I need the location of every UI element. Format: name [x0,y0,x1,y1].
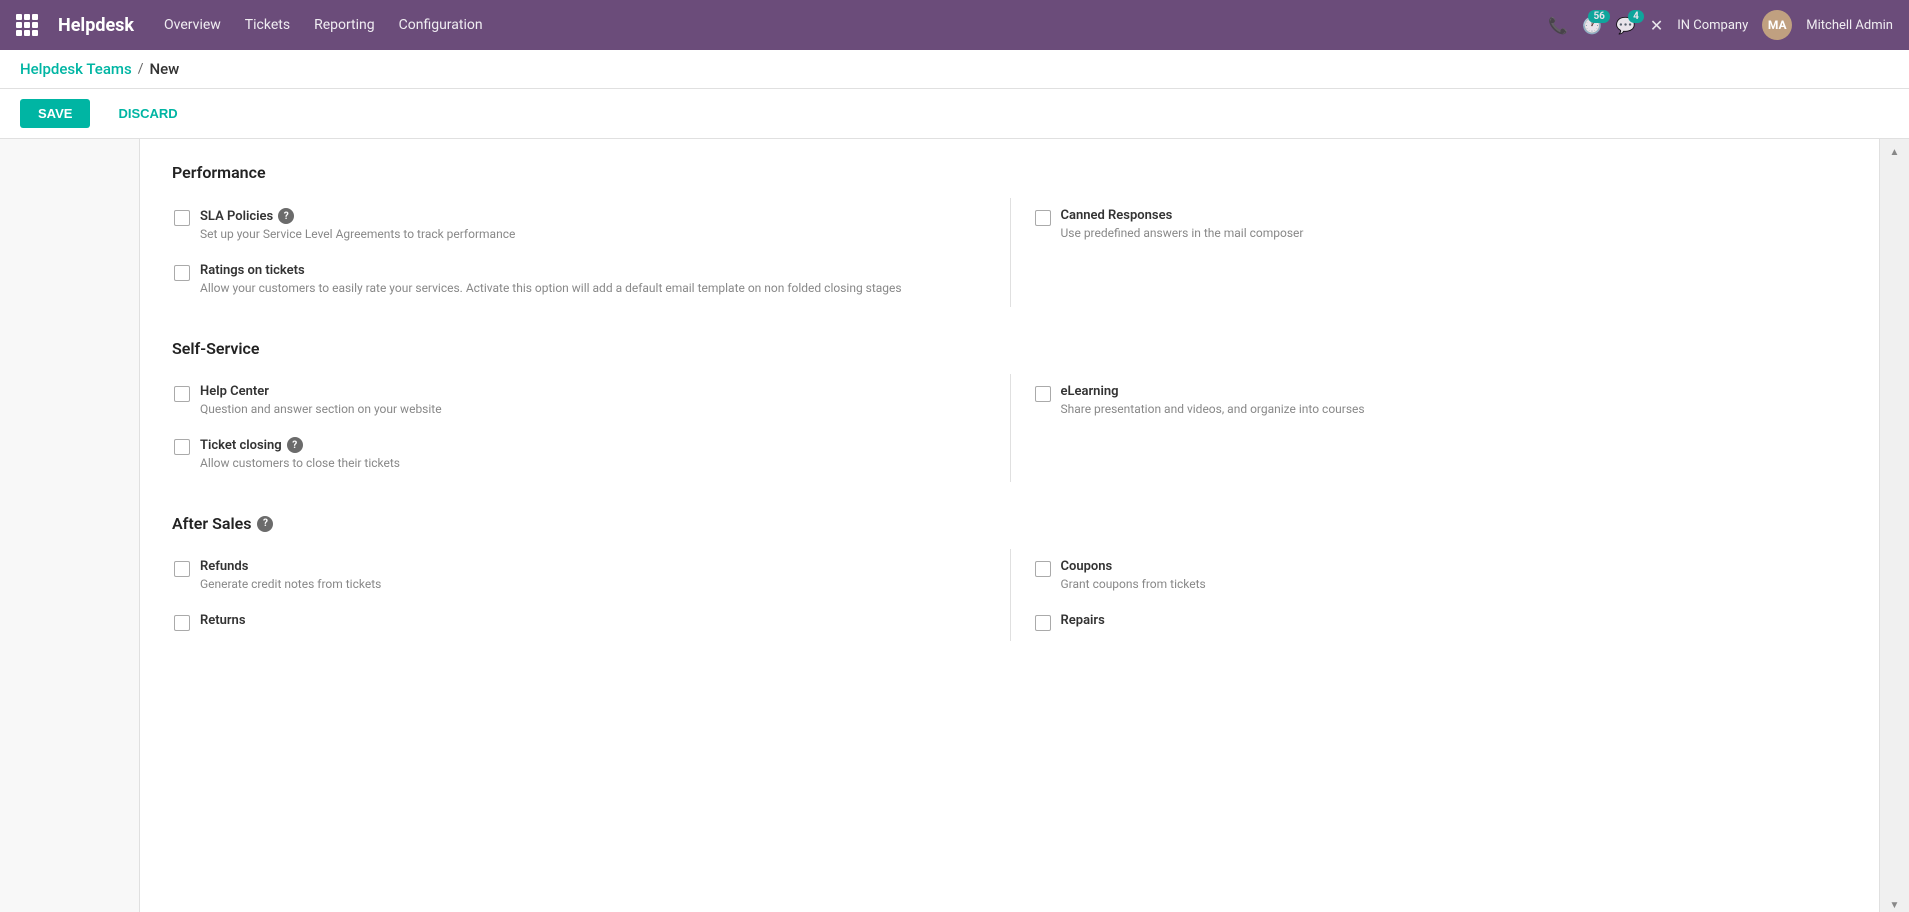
breadcrumb-parent[interactable]: Helpdesk Teams [20,60,132,78]
coupons-label: Coupons [1061,559,1832,574]
ticket-closing-checkbox[interactable] [174,439,190,455]
elearning-desc: Share presentation and videos, and organ… [1061,401,1832,418]
discard-button[interactable]: DISCARD [100,99,195,128]
coupons-desc: Grant coupons from tickets [1061,576,1832,593]
refunds-label: Refunds [200,559,994,574]
performance-title: Performance [172,163,1847,182]
returns-text: Returns [200,613,994,628]
repairs-label: Repairs [1061,613,1832,628]
sla-policies-checkbox[interactable] [174,210,190,226]
close-icon[interactable]: ✕ [1650,16,1663,35]
top-navigation: Helpdesk Overview Tickets Reporting Conf… [0,0,1909,50]
performance-section: Performance SLA Policies ? Set up your S… [172,163,1847,307]
self-service-title: Self-Service [172,339,1847,358]
help-center-option: Help Center Question and answer section … [172,374,1010,428]
elearning-checkbox[interactable] [1035,386,1051,402]
after-sales-title: After Sales ? [172,514,1847,533]
ratings-text: Ratings on tickets Allow your customers … [200,263,994,297]
chat-badge: 4 [1628,10,1644,23]
save-button[interactable]: SAVE [20,99,90,128]
breadcrumb-current: New [149,60,179,78]
elearning-label: eLearning [1061,384,1832,399]
refunds-checkbox[interactable] [174,561,190,577]
ticket-closing-label: Ticket closing ? [200,437,994,453]
coupons-text: Coupons Grant coupons from tickets [1061,559,1832,593]
app-name: Helpdesk [58,15,134,36]
help-center-label: Help Center [200,384,994,399]
scroll-up-icon[interactable]: ▲ [1889,147,1901,159]
sla-policies-label: SLA Policies ? [200,208,994,224]
nav-configuration[interactable]: Configuration [399,17,483,33]
help-center-text: Help Center Question and answer section … [200,384,994,418]
repairs-option: Repairs [1010,603,1848,641]
action-bar: SAVE DISCARD [0,89,1909,139]
self-service-options-grid: Help Center Question and answer section … [172,374,1847,483]
ratings-checkbox[interactable] [174,265,190,281]
right-sidebar: ▲ ▼ [1879,139,1909,912]
returns-checkbox[interactable] [174,615,190,631]
sla-policies-option: SLA Policies ? Set up your Service Level… [172,198,1010,253]
ticket-closing-text: Ticket closing ? Allow customers to clos… [200,437,994,472]
user-name: Mitchell Admin [1806,18,1893,33]
self-service-section: Self-Service Help Center Question and an… [172,339,1847,483]
refunds-desc: Generate credit notes from tickets [200,576,994,593]
breadcrumb-separator: / [138,61,144,77]
canned-responses-text: Canned Responses Use predefined answers … [1061,208,1832,242]
after-sales-help-icon[interactable]: ? [257,516,273,532]
ticket-closing-desc: Allow customers to close their tickets [200,455,994,472]
clock-badge: 56 [1588,10,1609,23]
ticket-closing-help-icon[interactable]: ? [287,437,303,453]
returns-option: Returns [172,603,1010,641]
canned-responses-checkbox[interactable] [1035,210,1051,226]
scroll-down-icon[interactable]: ▼ [1889,900,1901,912]
ratings-option: Ratings on tickets Allow your customers … [172,253,1010,307]
elearning-option: eLearning Share presentation and videos,… [1010,374,1848,428]
topnav-right-area: 📞 🕐 56 💬 4 ✕ IN Company MA Mitchell Admi… [1548,10,1893,40]
app-logo: Helpdesk [58,15,134,36]
coupons-checkbox[interactable] [1035,561,1051,577]
nav-reporting[interactable]: Reporting [314,17,375,33]
ticket-closing-option: Ticket closing ? Allow customers to clos… [172,427,1010,482]
returns-label: Returns [200,613,994,628]
help-center-checkbox[interactable] [174,386,190,402]
repairs-checkbox[interactable] [1035,615,1051,631]
canned-responses-label: Canned Responses [1061,208,1832,223]
self-service-right-empty [1010,427,1848,482]
after-sales-options-grid: Refunds Generate credit notes from ticke… [172,549,1847,641]
repairs-text: Repairs [1061,613,1832,628]
nav-overview[interactable]: Overview [164,17,221,33]
refunds-text: Refunds Generate credit notes from ticke… [200,559,994,593]
user-avatar[interactable]: MA [1762,10,1792,40]
form-area: Performance SLA Policies ? Set up your S… [140,139,1879,912]
company-name: IN Company [1677,18,1748,33]
nav-tickets[interactable]: Tickets [245,17,290,33]
canned-responses-desc: Use predefined answers in the mail compo… [1061,225,1832,242]
elearning-text: eLearning Share presentation and videos,… [1061,384,1832,418]
after-sales-section: After Sales ? Refunds Generate credit no… [172,514,1847,641]
chat-icon[interactable]: 💬 4 [1616,16,1636,35]
clock-icon[interactable]: 🕐 56 [1582,16,1602,35]
app-menu-icon[interactable] [16,14,38,36]
sla-policies-help-icon[interactable]: ? [278,208,294,224]
sla-policies-desc: Set up your Service Level Agreements to … [200,226,994,243]
canned-responses-option: Canned Responses Use predefined answers … [1010,198,1848,253]
left-sidebar [0,139,140,912]
refunds-option: Refunds Generate credit notes from ticke… [172,549,1010,603]
breadcrumb: Helpdesk Teams / New [0,50,1909,89]
ratings-label: Ratings on tickets [200,263,994,278]
main-content: Performance SLA Policies ? Set up your S… [0,139,1909,912]
main-nav: Overview Tickets Reporting Configuration [164,17,483,33]
help-center-desc: Question and answer section on your webs… [200,401,994,418]
sla-policies-text: SLA Policies ? Set up your Service Level… [200,208,994,243]
performance-right-empty [1010,253,1848,307]
phone-icon[interactable]: 📞 [1548,16,1568,35]
performance-options-grid: SLA Policies ? Set up your Service Level… [172,198,1847,307]
coupons-option: Coupons Grant coupons from tickets [1010,549,1848,603]
ratings-desc: Allow your customers to easily rate your… [200,280,994,297]
